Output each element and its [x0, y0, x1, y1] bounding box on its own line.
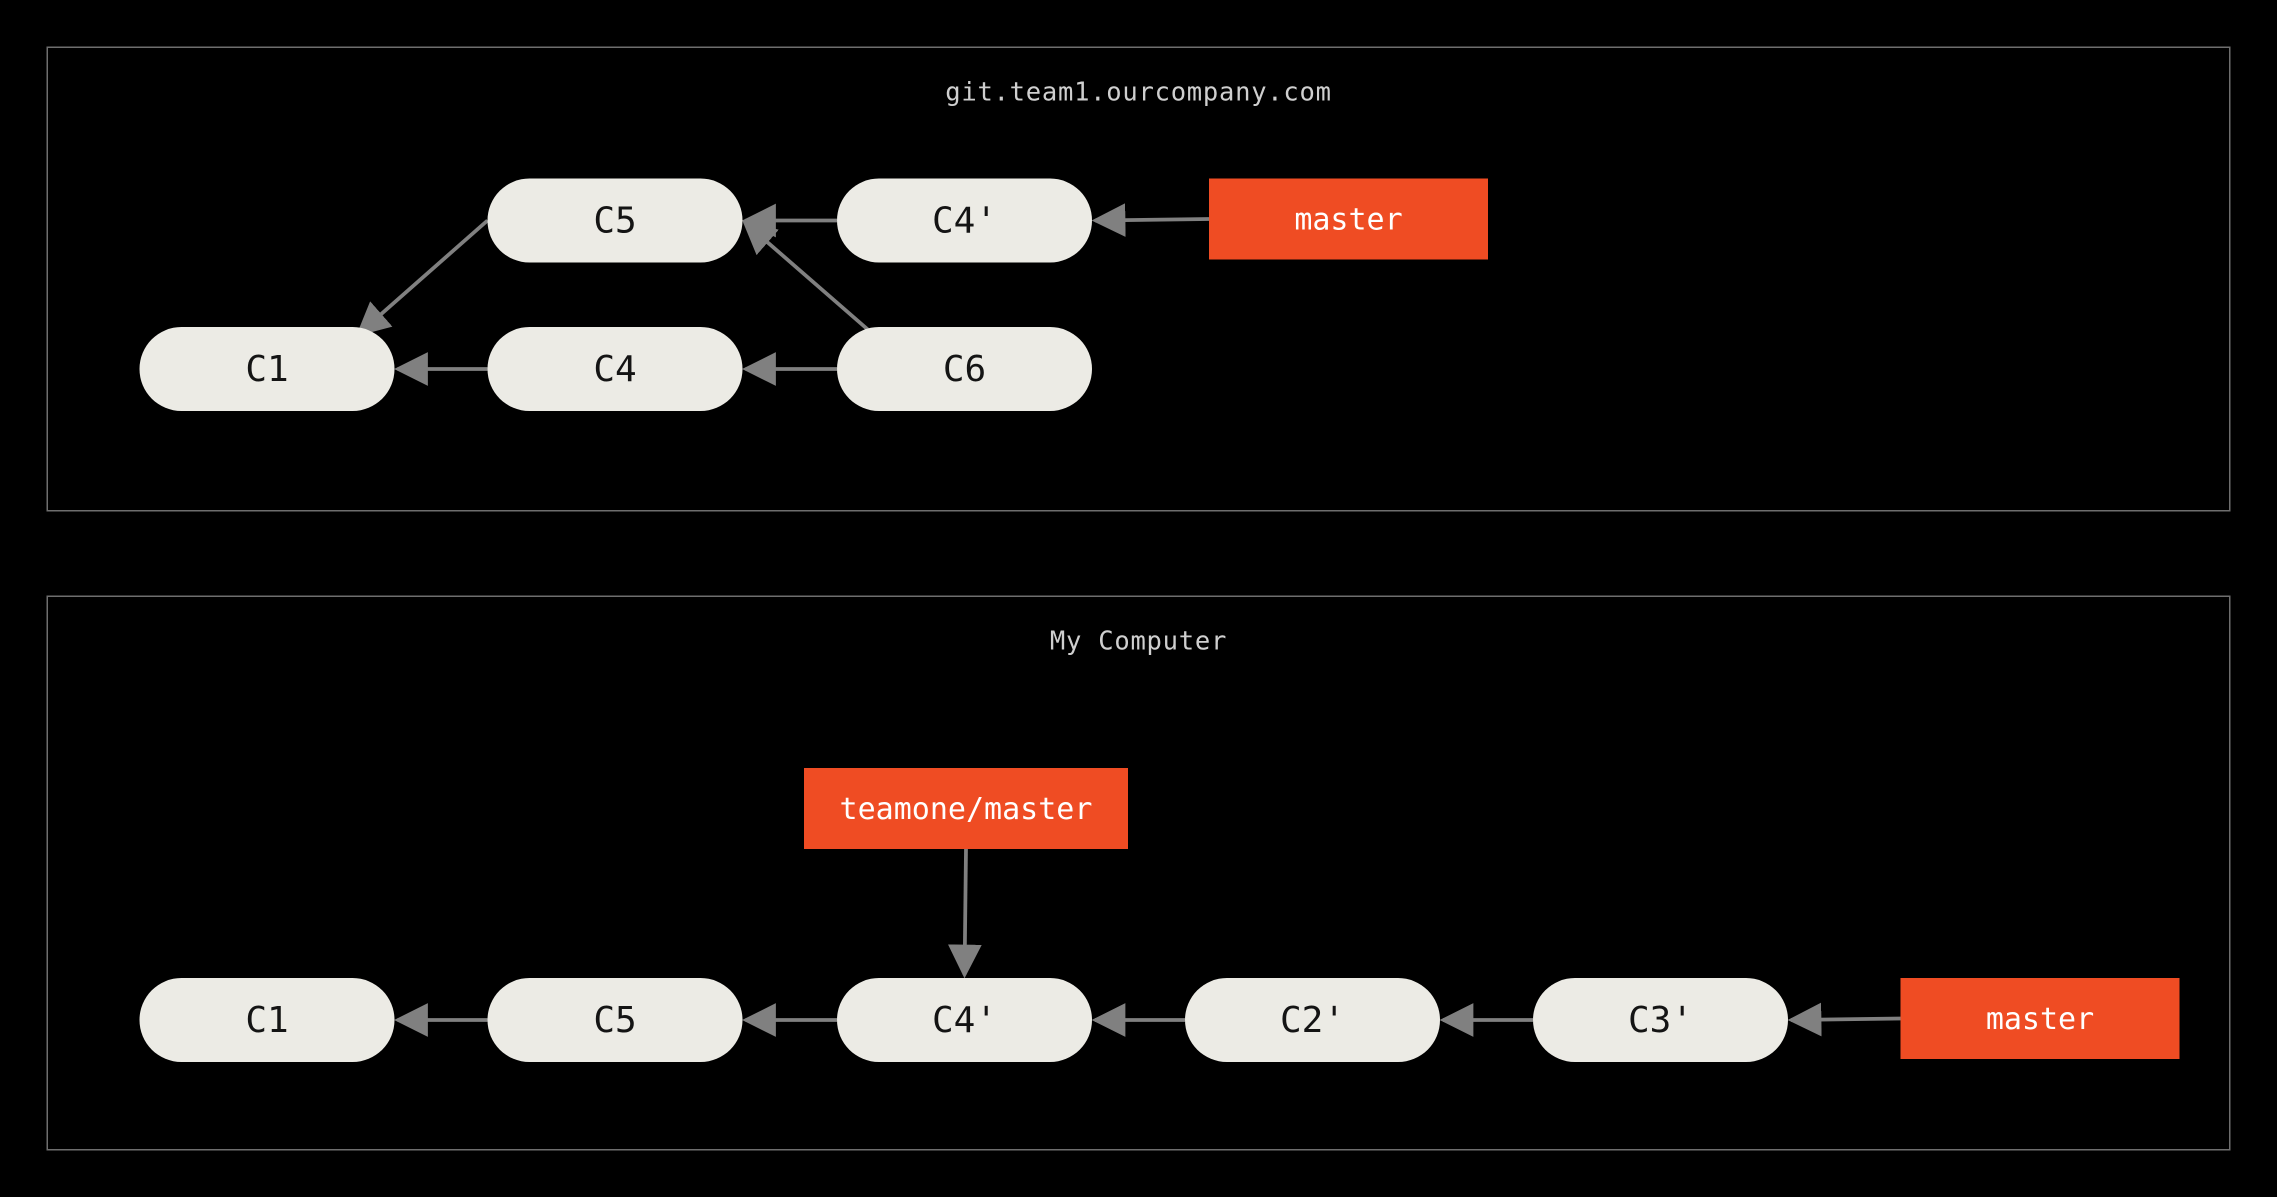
- commit-label: C2': [1280, 999, 1345, 1041]
- panel-remote-title: git.team1.ourcompany.com: [48, 78, 2229, 108]
- commit-label: C3': [1628, 999, 1693, 1041]
- commit-node: C2': [1185, 978, 1440, 1062]
- commit-label: C6: [943, 348, 986, 390]
- branch-master: master: [1901, 978, 2180, 1059]
- branch-label: master: [1986, 1001, 2094, 1037]
- branch-master: master: [1209, 179, 1488, 260]
- commit-label: C4': [932, 999, 997, 1041]
- branch-teamone-master: teamone/master: [804, 768, 1128, 849]
- commit-label: C1: [245, 348, 288, 390]
- commit-node: C4': [837, 978, 1092, 1062]
- commit-node: C4: [488, 327, 743, 411]
- commit-label: C1: [245, 999, 288, 1041]
- commit-node: C1: [140, 327, 395, 411]
- commit-node: C1: [140, 978, 395, 1062]
- commit-label: C4': [932, 200, 997, 242]
- commit-node: C3': [1533, 978, 1788, 1062]
- branch-label: teamone/master: [840, 791, 1093, 827]
- diagram-stage: git.team1.ourcompany.com My Computer C1 …: [0, 0, 2277, 1197]
- panel-remote: git.team1.ourcompany.com: [47, 47, 2231, 512]
- commit-node: C5: [488, 179, 743, 263]
- commit-node: C4': [837, 179, 1092, 263]
- commit-node: C6: [837, 327, 1092, 411]
- panel-local: My Computer: [47, 596, 2231, 1151]
- commit-label: C5: [593, 200, 636, 242]
- branch-label: master: [1294, 201, 1402, 237]
- panel-local-title: My Computer: [48, 627, 2229, 657]
- commit-label: C5: [593, 999, 636, 1041]
- commit-node: C5: [488, 978, 743, 1062]
- commit-label: C4: [593, 348, 636, 390]
